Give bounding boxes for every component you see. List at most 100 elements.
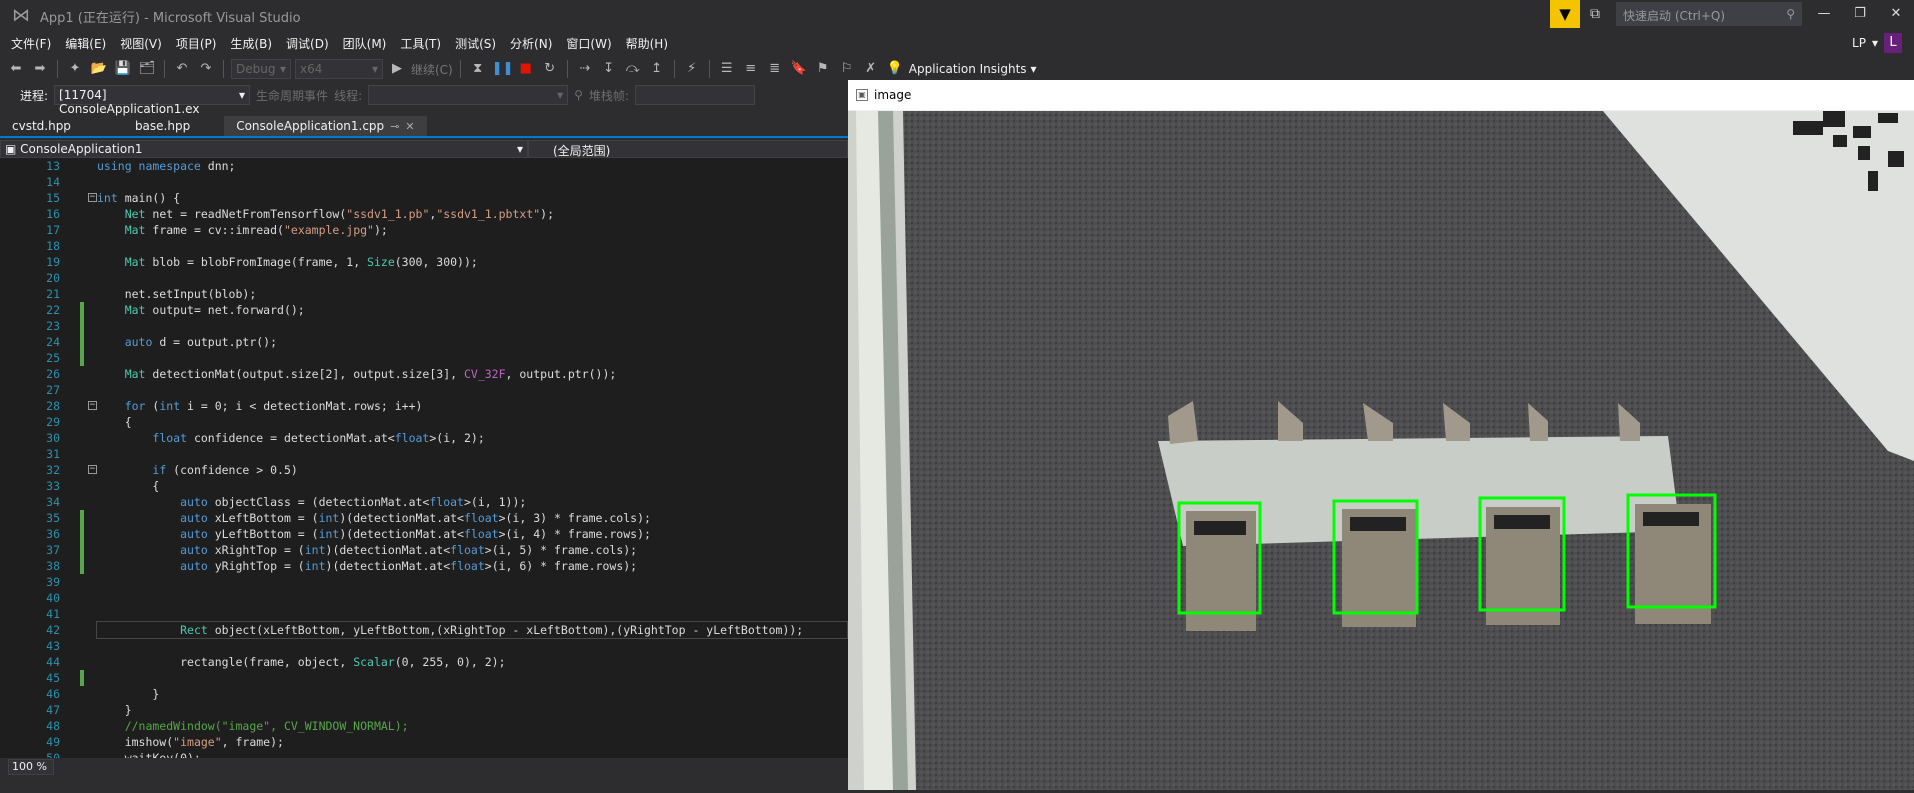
menu-item[interactable]: 工具(T) — [393, 35, 448, 52]
code-line[interactable]: 18 — [0, 238, 848, 254]
image-window[interactable]: ▣ image — [848, 80, 1914, 790]
close-icon[interactable]: ✕ — [405, 120, 414, 133]
code-line[interactable]: 41 — [0, 606, 848, 622]
code-line[interactable]: 48 //namedWindow("image", CV_WINDOW_NORM… — [0, 718, 848, 734]
code-line[interactable]: 33 { — [0, 478, 848, 494]
play-icon[interactable]: ▶ — [387, 59, 407, 79]
code-line[interactable]: 22 Mat output= net.forward(); — [0, 302, 848, 318]
code-line[interactable]: 20 — [0, 270, 848, 286]
restart-icon[interactable]: ↻ — [540, 59, 560, 79]
code-line[interactable]: 23 — [0, 318, 848, 334]
filter-thread-icon[interactable]: ⚲ — [574, 88, 583, 102]
show-next-statement-icon[interactable]: ⇢ — [575, 59, 595, 79]
back-icon[interactable]: ⬅ — [6, 59, 26, 79]
hex-display-icon[interactable]: ⚡ — [682, 59, 702, 79]
stop-icon[interactable]: ■ — [516, 59, 536, 79]
filter-icon[interactable]: ▼ — [1550, 0, 1580, 28]
code-line[interactable]: 47 } — [0, 702, 848, 718]
code-line[interactable]: 28 − for (int i = 0; i < detectionMat.row… — [0, 398, 848, 414]
save-icon[interactable]: 💾 — [113, 59, 133, 79]
lightbulb-icon[interactable]: 💡 — [885, 59, 905, 79]
save-all-icon[interactable]: 🗂 — [137, 59, 157, 79]
thread-select[interactable]: ▾ — [368, 85, 569, 105]
menu-item[interactable]: 项目(P) — [169, 35, 224, 52]
menu-item[interactable]: 编辑(E) — [58, 35, 113, 52]
zoom-select[interactable]: 100 % ▾ — [8, 759, 54, 786]
fold-toggle-icon[interactable]: − — [88, 465, 97, 474]
code-editor[interactable]: 13 using namespace dnn; 14 15− int main() { 1… — [0, 158, 848, 758]
process-icon[interactable]: ⧗ — [468, 59, 488, 79]
code-line[interactable]: 24 auto d = output.ptr(); — [0, 334, 848, 350]
clear-bookmarks-icon[interactable]: ✗ — [861, 59, 881, 79]
code-line[interactable]: 34 auto objectClass = (detectionMat.at<f… — [0, 494, 848, 510]
avatar[interactable]: L — [1884, 33, 1902, 53]
fold-toggle-icon[interactable]: − — [88, 401, 97, 410]
code-line[interactable]: 30 float confidence = detectionMat.at<fl… — [0, 430, 848, 446]
menu-item[interactable]: 视图(V) — [113, 35, 169, 52]
forward-icon[interactable]: ➡ — [30, 59, 50, 79]
tab-base-hpp[interactable]: base.hpp — [123, 116, 202, 136]
image-window-titlebar[interactable]: ▣ image — [848, 80, 1914, 110]
code-line[interactable]: 45 — [0, 670, 848, 686]
open-file-icon[interactable]: 📂 — [89, 59, 109, 79]
uncomment-icon[interactable]: ≣ — [765, 59, 785, 79]
code-line[interactable]: 32 − if (confidence > 0.5) — [0, 462, 848, 478]
chevron-down-icon[interactable]: ▾ — [1031, 62, 1037, 76]
menu-item[interactable]: 帮助(H) — [619, 35, 675, 52]
remote-icon[interactable]: ⧉ — [1590, 6, 1600, 22]
lifecycle-events-button[interactable]: 生命周期事件 — [256, 87, 328, 104]
code-line[interactable]: 42 Rect object(xLeftBottom, yLeftBottom,… — [0, 621, 848, 639]
step-over-icon[interactable]: ⤼ — [623, 59, 643, 79]
code-line[interactable]: 40 — [0, 590, 848, 606]
process-select[interactable]: [11704] ConsoleApplication1.ex ▾ — [54, 85, 251, 116]
redo-icon[interactable]: ↷ — [196, 59, 216, 79]
code-line[interactable]: 13 using namespace dnn; — [0, 158, 848, 174]
code-line[interactable]: 50 waitKey(0); — [0, 750, 848, 758]
pin-icon[interactable]: ⊸ — [390, 120, 399, 133]
pause-icon[interactable]: ❚❚ — [492, 59, 514, 79]
bookmark-icon[interactable]: 🔖 — [789, 59, 809, 79]
application-insights-button[interactable]: Application Insights — [909, 62, 1027, 76]
tab-consoleapplication1-cpp[interactable]: ConsoleApplication1.cpp ⊸ ✕ — [224, 116, 427, 136]
code-line[interactable]: 39 — [0, 574, 848, 590]
restore-icon[interactable]: ❐ — [1842, 0, 1878, 28]
code-line[interactable]: 19 Mat blob = blobFromImage(frame, 1, Si… — [0, 254, 848, 270]
code-line[interactable]: 38 auto yRightTop = (int)(detectionMat.a… — [0, 558, 848, 574]
code-line[interactable]: 31 — [0, 446, 848, 462]
scope-select[interactable]: (全局范围) — [528, 140, 848, 158]
menu-item[interactable]: 测试(S) — [448, 35, 503, 52]
code-line[interactable]: 17 Mat frame = cv::imread("example.jpg")… — [0, 222, 848, 238]
step-into-icon[interactable]: ↧ — [599, 59, 619, 79]
code-line[interactable]: 46 } — [0, 686, 848, 702]
next-bookmark-icon[interactable]: ⚐ — [837, 59, 857, 79]
code-line[interactable]: 15 − int main() { — [0, 190, 848, 206]
user-area[interactable]: LP ▾ L — [1852, 32, 1902, 54]
menu-item[interactable]: 分析(N) — [503, 35, 559, 52]
code-line[interactable]: 25 — [0, 350, 848, 366]
fold-toggle-icon[interactable]: − — [88, 193, 97, 202]
user-initials[interactable]: LP — [1852, 36, 1866, 50]
code-line[interactable]: 44 rectangle(frame, object, Scalar(0, 25… — [0, 654, 848, 670]
menu-item[interactable]: 窗口(W) — [559, 35, 618, 52]
tab-cvstd-hpp[interactable]: cvstd.hpp — [0, 116, 83, 136]
code-line[interactable]: 14 — [0, 174, 848, 190]
align-icon[interactable]: ☰ — [717, 59, 737, 79]
configuration-select[interactable]: Debug ▾ — [231, 59, 291, 79]
prev-bookmark-icon[interactable]: ⚑ — [813, 59, 833, 79]
code-line[interactable]: 27 — [0, 382, 848, 398]
minimize-icon[interactable]: — — [1806, 0, 1842, 28]
chevron-down-icon[interactable]: ▾ — [1872, 36, 1878, 50]
code-line[interactable]: 35 auto xLeftBottom = (int)(detectionMat… — [0, 510, 848, 526]
comment-icon[interactable]: ≡ — [741, 59, 761, 79]
code-line[interactable]: 21 net.setInput(blob); — [0, 286, 848, 302]
code-line[interactable]: 43 — [0, 638, 848, 654]
close-icon[interactable]: ✕ — [1878, 0, 1914, 28]
quick-launch-input[interactable]: 快速启动 (Ctrl+Q) ⚲ — [1616, 2, 1802, 26]
platform-select[interactable]: x64 ▾ — [295, 59, 383, 79]
menu-item[interactable]: 文件(F) — [4, 35, 58, 52]
code-line[interactable]: 26 Mat detectionMat(output.size[2], outp… — [0, 366, 848, 382]
code-line[interactable]: 29 { — [0, 414, 848, 430]
stack-frame-select[interactable] — [634, 85, 755, 105]
menu-item[interactable]: 调试(D) — [279, 35, 336, 52]
new-project-icon[interactable]: ✦ — [65, 59, 85, 79]
